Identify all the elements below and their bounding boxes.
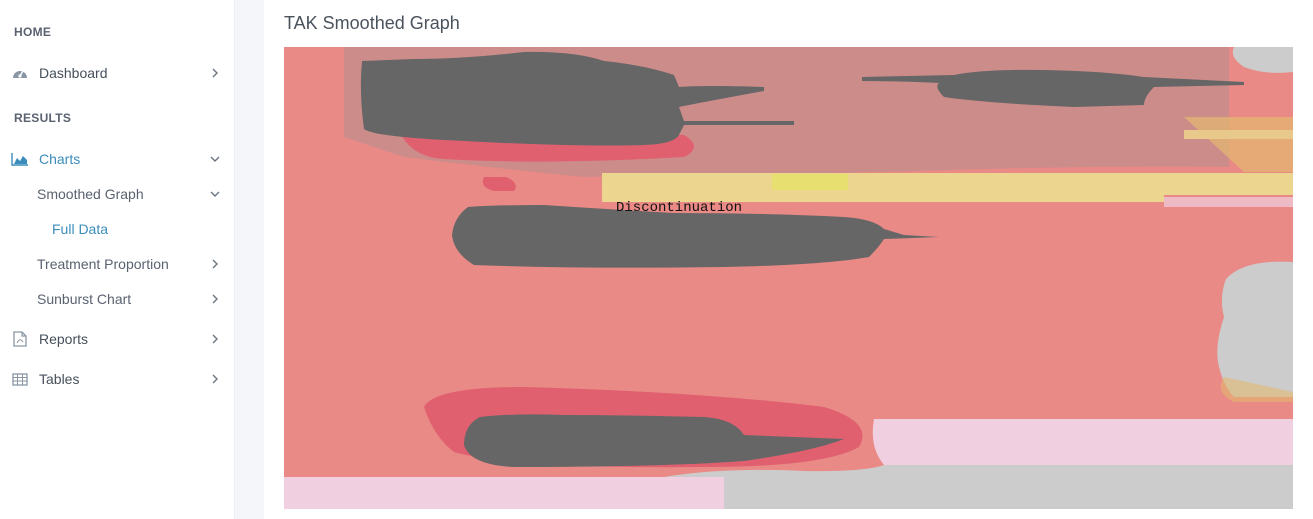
- sidebar-item-smoothed-graph[interactable]: Smoothed Graph: [0, 179, 234, 209]
- sidebar-item-label: Sunburst Chart: [37, 291, 132, 307]
- band-pink-strip: [1164, 197, 1293, 207]
- band-gray-right: [1217, 261, 1293, 397]
- band-pink-bottom: [284, 477, 724, 509]
- chevron-down-icon: [210, 191, 220, 197]
- sidebar-item-label: Smoothed Graph: [37, 186, 144, 202]
- sidebar-item-dashboard[interactable]: Dashboard: [0, 58, 234, 88]
- chevron-down-icon: [210, 156, 220, 162]
- sidebar-item-label: Charts: [39, 151, 81, 167]
- sidebar-item-tables[interactable]: Tables: [0, 364, 234, 394]
- table-icon: [11, 370, 29, 388]
- chevron-right-icon: [212, 68, 218, 78]
- section-label-results: RESULTS: [14, 111, 72, 125]
- dashboard-gauge-icon: [11, 64, 29, 82]
- sidebar-item-sunburst-chart[interactable]: Sunburst Chart: [0, 284, 234, 314]
- sidebar-item-treatment-proportion[interactable]: Treatment Proportion: [0, 249, 234, 279]
- chevron-right-icon: [212, 294, 218, 304]
- sidebar: HOME Dashboard RESULTS Charts Smoothed G…: [0, 0, 235, 519]
- chevron-right-icon: [212, 334, 218, 344]
- section-label-home: HOME: [14, 25, 52, 39]
- chevron-right-icon: [212, 374, 218, 384]
- discontinuation-label: Discontinuation: [616, 200, 742, 216]
- sidebar-item-label: Treatment Proportion: [37, 256, 169, 272]
- band-yellow-bright: [772, 174, 848, 190]
- smoothed-graph-chart: Discontinuation: [284, 47, 1293, 509]
- sidebar-item-charts[interactable]: Charts: [0, 144, 234, 174]
- chevron-right-icon: [212, 259, 218, 269]
- sidebar-item-label: Tables: [39, 371, 80, 387]
- sidebar-item-full-data[interactable]: Full Data: [52, 215, 108, 243]
- band-pink-right: [872, 419, 1293, 465]
- area-chart-icon: [11, 150, 29, 168]
- band-yellow-stripe: [1184, 130, 1293, 139]
- page-title: TAK Smoothed Graph: [284, 13, 460, 33]
- sidebar-item-reports[interactable]: Reports: [0, 324, 234, 354]
- smoothed-graph-svg: Discontinuation: [284, 47, 1293, 509]
- pdf-file-icon: [11, 330, 29, 348]
- sidebar-item-label: Dashboard: [39, 65, 108, 81]
- sidebar-item-label: Reports: [39, 331, 89, 347]
